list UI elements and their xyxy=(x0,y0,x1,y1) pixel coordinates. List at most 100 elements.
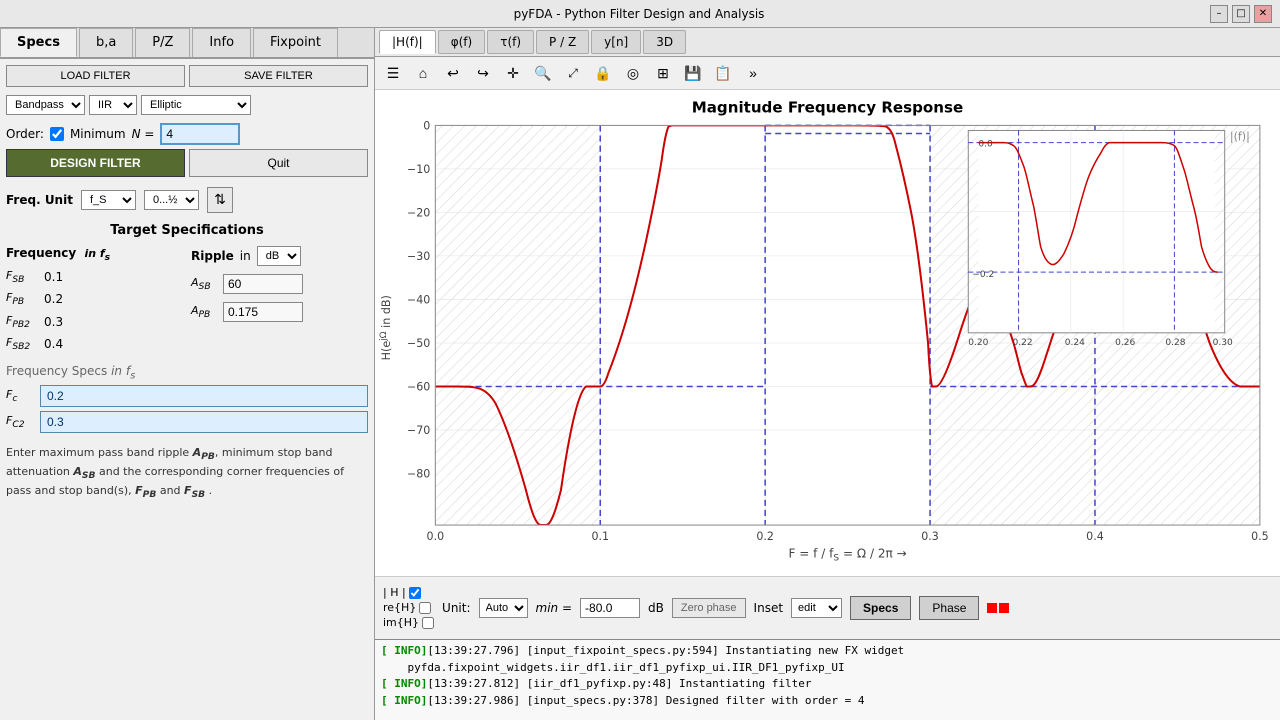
min-input[interactable] xyxy=(580,598,640,618)
toolbar: ☰ ⌂ ↩ ↪ ✛ 🔍 ⤢ 🔒 ◎ ⊞ 💾 📋 » xyxy=(375,57,1280,90)
fc-row: Fc xyxy=(6,385,368,407)
maximize-button[interactable]: □ xyxy=(1232,5,1250,23)
phase-button[interactable]: Phase xyxy=(919,596,979,620)
order-input[interactable] xyxy=(160,123,240,145)
imh-label: im{H} xyxy=(383,616,419,629)
apb-row: APB xyxy=(191,302,368,322)
fsb2-row: FSB2 0.4 xyxy=(6,336,183,352)
log-line-4: [ INFO][13:39:27.986] [input_specs.py:37… xyxy=(381,693,1274,710)
quit-button[interactable]: Quit xyxy=(189,149,368,177)
home-icon[interactable]: ⌂ xyxy=(409,59,437,87)
svg-text:0.30: 0.30 xyxy=(1213,338,1233,348)
undo-icon[interactable]: ↩ xyxy=(439,59,467,87)
grid-icon[interactable]: ⊞ xyxy=(649,59,677,87)
clipboard-icon[interactable]: 📋 xyxy=(709,59,737,87)
log-text-2: pyfda.fixpoint_widgets.iir_df1.iir_df1_p… xyxy=(381,661,845,674)
svg-text:Magnitude Frequency Response: Magnitude Frequency Response xyxy=(692,98,964,116)
n-label: N = xyxy=(132,127,155,141)
asb-row: ASB xyxy=(191,274,368,294)
ripple-unit-select[interactable]: dB lin xyxy=(257,246,301,266)
fc2-input[interactable] xyxy=(40,411,368,433)
zero-phase-button[interactable]: Zero phase xyxy=(672,598,746,618)
apb-input[interactable] xyxy=(223,302,303,322)
save-icon[interactable]: 💾 xyxy=(679,59,707,87)
fsb2-value: 0.4 xyxy=(44,337,63,351)
tab-specs[interactable]: Specs xyxy=(0,28,77,57)
tab-ba[interactable]: b,a xyxy=(79,28,133,57)
design-filter-button[interactable]: DESIGN FILTER xyxy=(6,149,185,177)
fsb-row: FSB 0.1 xyxy=(6,269,183,285)
frequency-in: in fs xyxy=(84,247,110,260)
reh-check-row: re{H} xyxy=(383,601,434,614)
top-tab-bar: |H(f)| φ(f) τ(f) P / Z y[n] 3D xyxy=(375,28,1280,57)
window-title: pyFDA - Python Filter Design and Analysi… xyxy=(514,7,765,21)
info-keyword-3: [ INFO] xyxy=(381,677,427,690)
lock-icon[interactable]: 🔒 xyxy=(589,59,617,87)
freq-sort-button[interactable]: ⇅ xyxy=(207,187,233,213)
redo-icon[interactable]: ↪ xyxy=(469,59,497,87)
inset-label: Inset xyxy=(754,601,783,615)
fc-input[interactable] xyxy=(40,385,368,407)
svg-text:−60: −60 xyxy=(407,380,430,393)
freq-range-select[interactable]: 0...½ 0...1 xyxy=(144,190,199,210)
tab-3d[interactable]: 3D xyxy=(643,30,686,54)
zoom-fit-icon[interactable]: ⤢ xyxy=(559,59,587,87)
tab-phi[interactable]: φ(f) xyxy=(438,30,486,54)
unit-select[interactable]: Auto dB V W xyxy=(479,598,528,618)
response-type-select[interactable]: Bandpass Lowpass Highpass Bandstop xyxy=(6,95,85,115)
log-text-3: [13:39:27.812] [iir_df1_pyfixp.py:48] In… xyxy=(427,677,811,690)
svg-text:0.2: 0.2 xyxy=(756,530,774,543)
filter-type-row: Bandpass Lowpass Highpass Bandstop IIR F… xyxy=(6,95,368,115)
imh-checkbox[interactable] xyxy=(422,617,434,629)
svg-text:0.20: 0.20 xyxy=(968,338,988,348)
move-icon[interactable]: ✛ xyxy=(499,59,527,87)
main-layout: Specs b,a P/Z Info Fixpoint LOAD FILTER … xyxy=(0,28,1280,720)
ripple-in: in xyxy=(240,249,251,263)
order-label: Order: xyxy=(6,127,44,141)
specs-button[interactable]: Specs xyxy=(850,596,911,620)
log-text-1: [13:39:27.796] [input_fixpoint_specs.py:… xyxy=(427,644,904,657)
minimize-button[interactable]: – xyxy=(1210,5,1228,23)
save-filter-button[interactable]: SAVE FILTER xyxy=(189,65,368,87)
tab-pz[interactable]: P/Z xyxy=(135,28,190,57)
svg-text:0.28: 0.28 xyxy=(1165,338,1185,348)
fpb2-row: FPB2 0.3 xyxy=(6,314,183,330)
load-filter-button[interactable]: LOAD FILTER xyxy=(6,65,185,87)
tab-fixpoint[interactable]: Fixpoint xyxy=(253,28,338,57)
svg-text:0.5: 0.5 xyxy=(1251,530,1269,543)
h-check-row: | H | xyxy=(383,586,434,599)
minimum-label: Minimum xyxy=(70,127,126,141)
menu-icon[interactable]: ☰ xyxy=(379,59,407,87)
tab-tau[interactable]: τ(f) xyxy=(487,30,534,54)
tab-hf[interactable]: |H(f)| xyxy=(379,30,436,54)
target-icon[interactable]: ◎ xyxy=(619,59,647,87)
freq-unit-label: Freq. Unit xyxy=(6,193,73,207)
tab-yn[interactable]: y[n] xyxy=(591,30,641,54)
left-content: LOAD FILTER SAVE FILTER Bandpass Lowpass… xyxy=(0,59,374,720)
close-button[interactable]: ✕ xyxy=(1254,5,1272,23)
svg-text:−30: −30 xyxy=(407,250,430,263)
inset-select[interactable]: edit none all xyxy=(791,598,842,618)
svg-text:−10: −10 xyxy=(407,163,430,176)
svg-text:H(ejΩ in dB): H(ejΩ in dB) xyxy=(379,295,393,360)
tab-pz[interactable]: P / Z xyxy=(536,30,589,54)
h-checkbox[interactable] xyxy=(409,587,421,599)
more-icon[interactable]: » xyxy=(739,59,767,87)
info-keyword-1: [ INFO] xyxy=(381,644,427,657)
red-sq-2 xyxy=(999,603,1009,613)
tab-info[interactable]: Info xyxy=(192,28,251,57)
freq-unit-select[interactable]: f_S Hz rad/s xyxy=(81,190,136,210)
svg-text:0.1: 0.1 xyxy=(591,530,609,543)
reh-checkbox[interactable] xyxy=(419,602,431,614)
ripple-column: Ripple in dB lin ASB APB xyxy=(191,246,368,352)
minimum-order-checkbox[interactable] xyxy=(50,127,64,141)
asb-input[interactable] xyxy=(223,274,303,294)
apb-label: APB xyxy=(191,304,219,320)
implementation-select[interactable]: IIR FIR xyxy=(89,95,137,115)
design-quit-row: DESIGN FILTER Quit xyxy=(6,149,368,177)
svg-text:0.3: 0.3 xyxy=(921,530,939,543)
zoom-icon[interactable]: 🔍 xyxy=(529,59,557,87)
svg-text:0.0: 0.0 xyxy=(978,140,993,150)
design-method-select[interactable]: Elliptic Butterworth Chebyshev 1 Chebysh… xyxy=(141,95,251,115)
bottom-controls: | H | re{H} im{H} Unit: Auto xyxy=(375,576,1280,639)
